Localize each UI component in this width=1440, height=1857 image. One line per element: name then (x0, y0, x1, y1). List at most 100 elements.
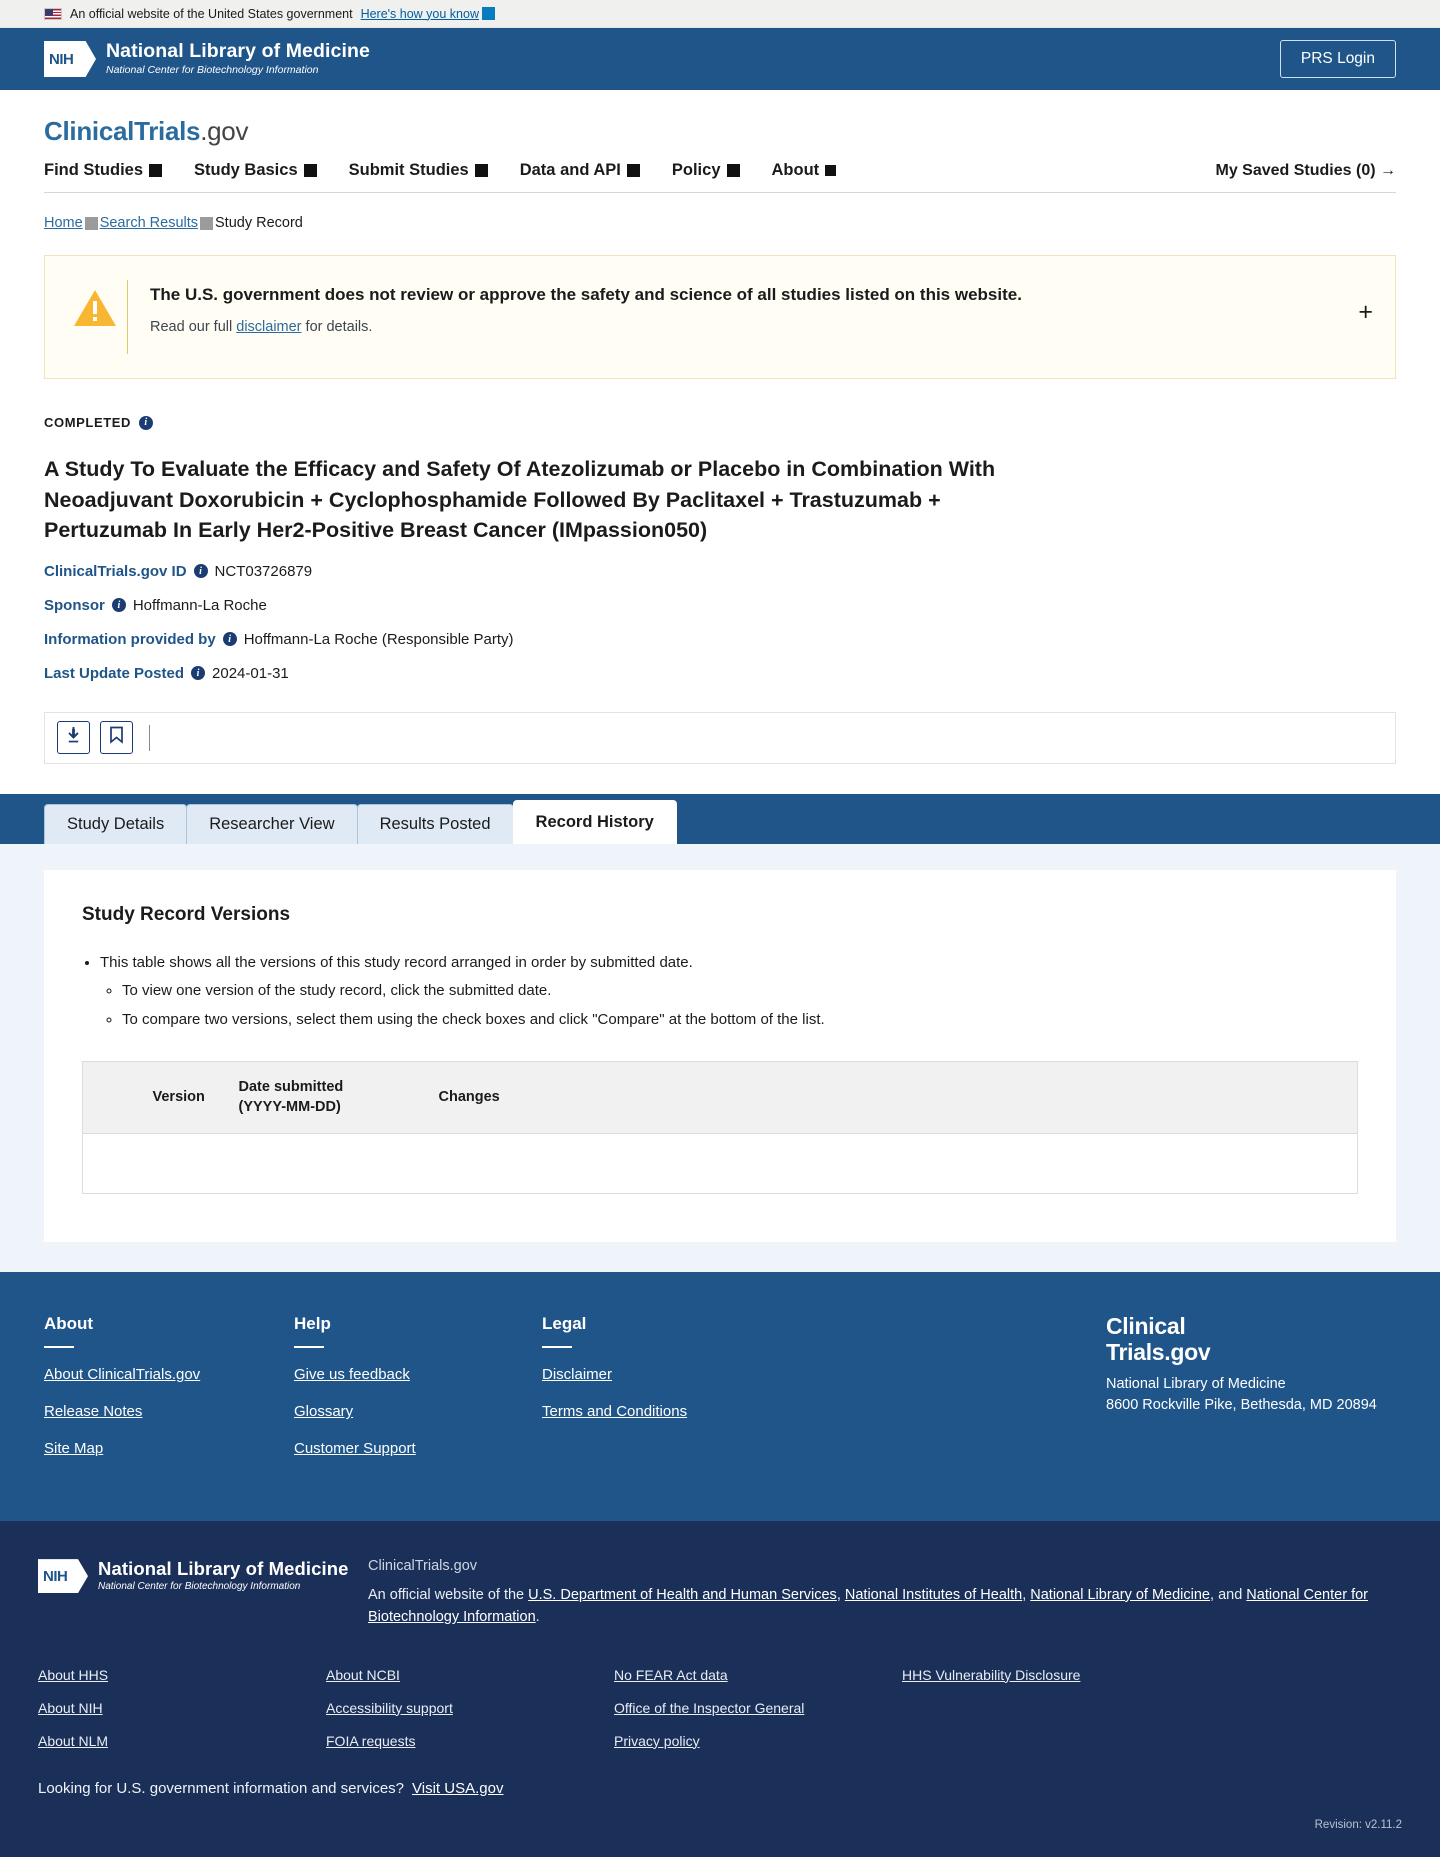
usa-gov-banner: An official website of the United States… (0, 0, 1440, 28)
nav-item-about[interactable]: About (772, 161, 837, 180)
site-footer: About About ClinicalTrials.gov Release N… (0, 1272, 1440, 1522)
link-no-fear-act-data[interactable]: No FEAR Act data (614, 1667, 902, 1683)
link-visit-usa-gov[interactable]: Visit USA.gov (412, 1780, 503, 1797)
nav-item-study-basics[interactable]: Study Basics (194, 161, 317, 180)
info-icon[interactable]: i (193, 564, 208, 579)
site-header: ClinicalTrials.gov Find Studies Study Ba… (0, 90, 1440, 193)
link-about-nih[interactable]: About NIH (38, 1700, 326, 1716)
link-nih[interactable]: National Institutes of Health (845, 1587, 1022, 1603)
tab-content-area: Study Record Versions This table shows a… (0, 843, 1440, 1273)
record-history-panel: Study Record Versions This table shows a… (44, 869, 1396, 1243)
meta-value: 2024-01-31 (212, 664, 289, 682)
column-header-changes: Changes (426, 1061, 1358, 1135)
nav-label: Data and API (519, 161, 621, 179)
meta-row-information-provided-by: Information provided by i Hoffmann-La Ro… (44, 631, 1396, 648)
footer-brand-line2: Trials.gov (1106, 1338, 1211, 1365)
prs-login-button[interactable]: PRS Login (1279, 40, 1396, 78)
download-button[interactable] (57, 721, 90, 755)
tab-record-history[interactable]: Record History (512, 799, 677, 844)
bookmark-icon (109, 726, 124, 749)
footer-address: National Library of Medicine 8600 Rockvi… (1106, 1374, 1396, 1416)
footer-site-name: ClinicalTrials.gov (368, 1558, 478, 1575)
meta-label: Sponsor (44, 596, 105, 614)
tab-researcher-view[interactable]: Researcher View (186, 803, 358, 844)
tab-results-posted[interactable]: Results Posted (356, 803, 514, 844)
chevron-down-icon[interactable] (482, 7, 495, 20)
footer-heading: Legal (542, 1314, 587, 1334)
alert-title: The U.S. government does not review or a… (150, 285, 1022, 304)
nih-logo-icon: NIH (44, 41, 96, 77)
table-cell-version (140, 1133, 227, 1194)
link-about-nlm[interactable]: About NLM (38, 1733, 326, 1749)
breadcrumb-home[interactable]: Home (44, 215, 83, 231)
link-privacy-policy[interactable]: Privacy policy (614, 1733, 902, 1749)
link-office-of-inspector-general[interactable]: Office of the Inspector General (614, 1700, 902, 1716)
footer-column-about: About About ClinicalTrials.gov Release N… (44, 1314, 294, 1477)
meta-row-sponsor: Sponsor i Hoffmann-La Roche (44, 597, 1396, 614)
tab-study-details[interactable]: Study Details (44, 803, 188, 844)
page-title: A Study To Evaluate the Efficacy and Saf… (44, 457, 996, 543)
alert-expand-button[interactable]: + (1358, 300, 1373, 325)
breadcrumb-search-results[interactable]: Search Results (100, 215, 198, 231)
link-nlm[interactable]: National Library of Medicine (1030, 1587, 1210, 1603)
footer-street-address: 8600 Rockville Pike, Bethesda, MD 20894 (1106, 1396, 1377, 1413)
breadcrumb-separator-icon (84, 216, 98, 230)
chevron-down-icon (825, 165, 837, 176)
brand-primary: ClinicalTrials (44, 116, 201, 146)
footer-column-help: Help Give us feedback Glossary Customer … (294, 1314, 542, 1477)
list-item: To compare two versions, select them usi… (122, 1009, 1358, 1032)
link-hhs[interactable]: U.S. Department of Health and Human Serv… (528, 1587, 837, 1603)
info-icon[interactable]: i (139, 415, 154, 430)
breadcrumb-separator-icon (200, 216, 214, 230)
list-item: To view one version of the study record,… (122, 980, 1358, 1003)
link-foia-requests[interactable]: FOIA requests (326, 1733, 614, 1749)
info-icon[interactable]: i (191, 666, 206, 681)
study-toolbar (44, 711, 1396, 764)
footer-link-customer-support[interactable]: Customer Support (294, 1440, 542, 1457)
instructions-sublist: To view one version of the study record,… (100, 980, 1358, 1031)
link-about-ncbi[interactable]: About NCBI (326, 1667, 614, 1683)
table-row (82, 1133, 1358, 1194)
nlm-title: National Library of Medicine (106, 40, 370, 63)
footer-link-give-us-feedback[interactable]: Give us feedback (294, 1366, 542, 1383)
disclaimer-link[interactable]: disclaimer (236, 319, 301, 335)
footer-link-release-notes[interactable]: Release Notes (44, 1403, 294, 1420)
nlm-footer-logo[interactable]: NIH National Library of Medicine Nationa… (38, 1555, 368, 1594)
main-navigation: Find Studies Study Basics Submit Studies… (44, 147, 1396, 193)
link-about-hhs[interactable]: About HHS (38, 1667, 326, 1683)
list-item: This table shows all the versions of thi… (100, 952, 1358, 1032)
meta-value: NCT03726879 (214, 562, 313, 580)
nih-logo-text: NIH (43, 1567, 68, 1585)
column-header-date-submitted: Date submitted (YYYY-MM-DD) (226, 1061, 427, 1135)
ncbi-footer-subtitle: National Center for Biotechnology Inform… (98, 1580, 301, 1592)
official-and: and (1218, 1586, 1247, 1603)
my-saved-studies-link[interactable]: My Saved Studies (0) → (1216, 162, 1397, 192)
meta-label: Last Update Posted (44, 664, 185, 682)
info-icon[interactable]: i (111, 598, 126, 613)
nav-label: Submit Studies (348, 161, 469, 179)
nav-label: Study Basics (194, 161, 298, 179)
alert-divider (127, 280, 128, 354)
nav-label: Find Studies (44, 161, 143, 179)
footer-link-disclaimer[interactable]: Disclaimer (542, 1366, 1096, 1383)
link-accessibility-support[interactable]: Accessibility support (326, 1700, 614, 1716)
meta-row-nct-id: ClinicalTrials.gov ID i NCT03726879 (44, 563, 1396, 580)
nlm-logo[interactable]: NIH National Library of Medicine Nationa… (44, 41, 370, 77)
footer-link-glossary[interactable]: Glossary (294, 1403, 542, 1420)
nav-item-data-and-api[interactable]: Data and API (520, 161, 640, 180)
footer-link-terms-and-conditions[interactable]: Terms and Conditions (542, 1403, 1096, 1420)
study-versions-table: Version Date submitted (YYYY-MM-DD) Chan… (82, 1061, 1358, 1195)
info-icon[interactable]: i (222, 632, 237, 647)
save-study-button[interactable] (100, 721, 133, 755)
footer-link-site-map[interactable]: Site Map (44, 1440, 294, 1457)
site-brand[interactable]: ClinicalTrials.gov (44, 90, 1396, 147)
nav-item-submit-studies[interactable]: Submit Studies (349, 161, 488, 180)
link-hhs-vulnerability-disclosure[interactable]: HHS Vulnerability Disclosure (902, 1667, 1190, 1683)
nav-item-find-studies[interactable]: Find Studies (44, 161, 162, 180)
meta-value: Hoffmann-La Roche (132, 596, 267, 614)
nav-item-policy[interactable]: Policy (672, 161, 740, 180)
status-badge: COMPLETED i (44, 415, 1396, 430)
footer-link-about-clinicaltrials[interactable]: About ClinicalTrials.gov (44, 1366, 294, 1383)
footer-brand-block: Clinical Trials.gov National Library of … (1096, 1313, 1396, 1477)
heres-how-you-know-link[interactable]: Here's how you know (361, 7, 479, 21)
